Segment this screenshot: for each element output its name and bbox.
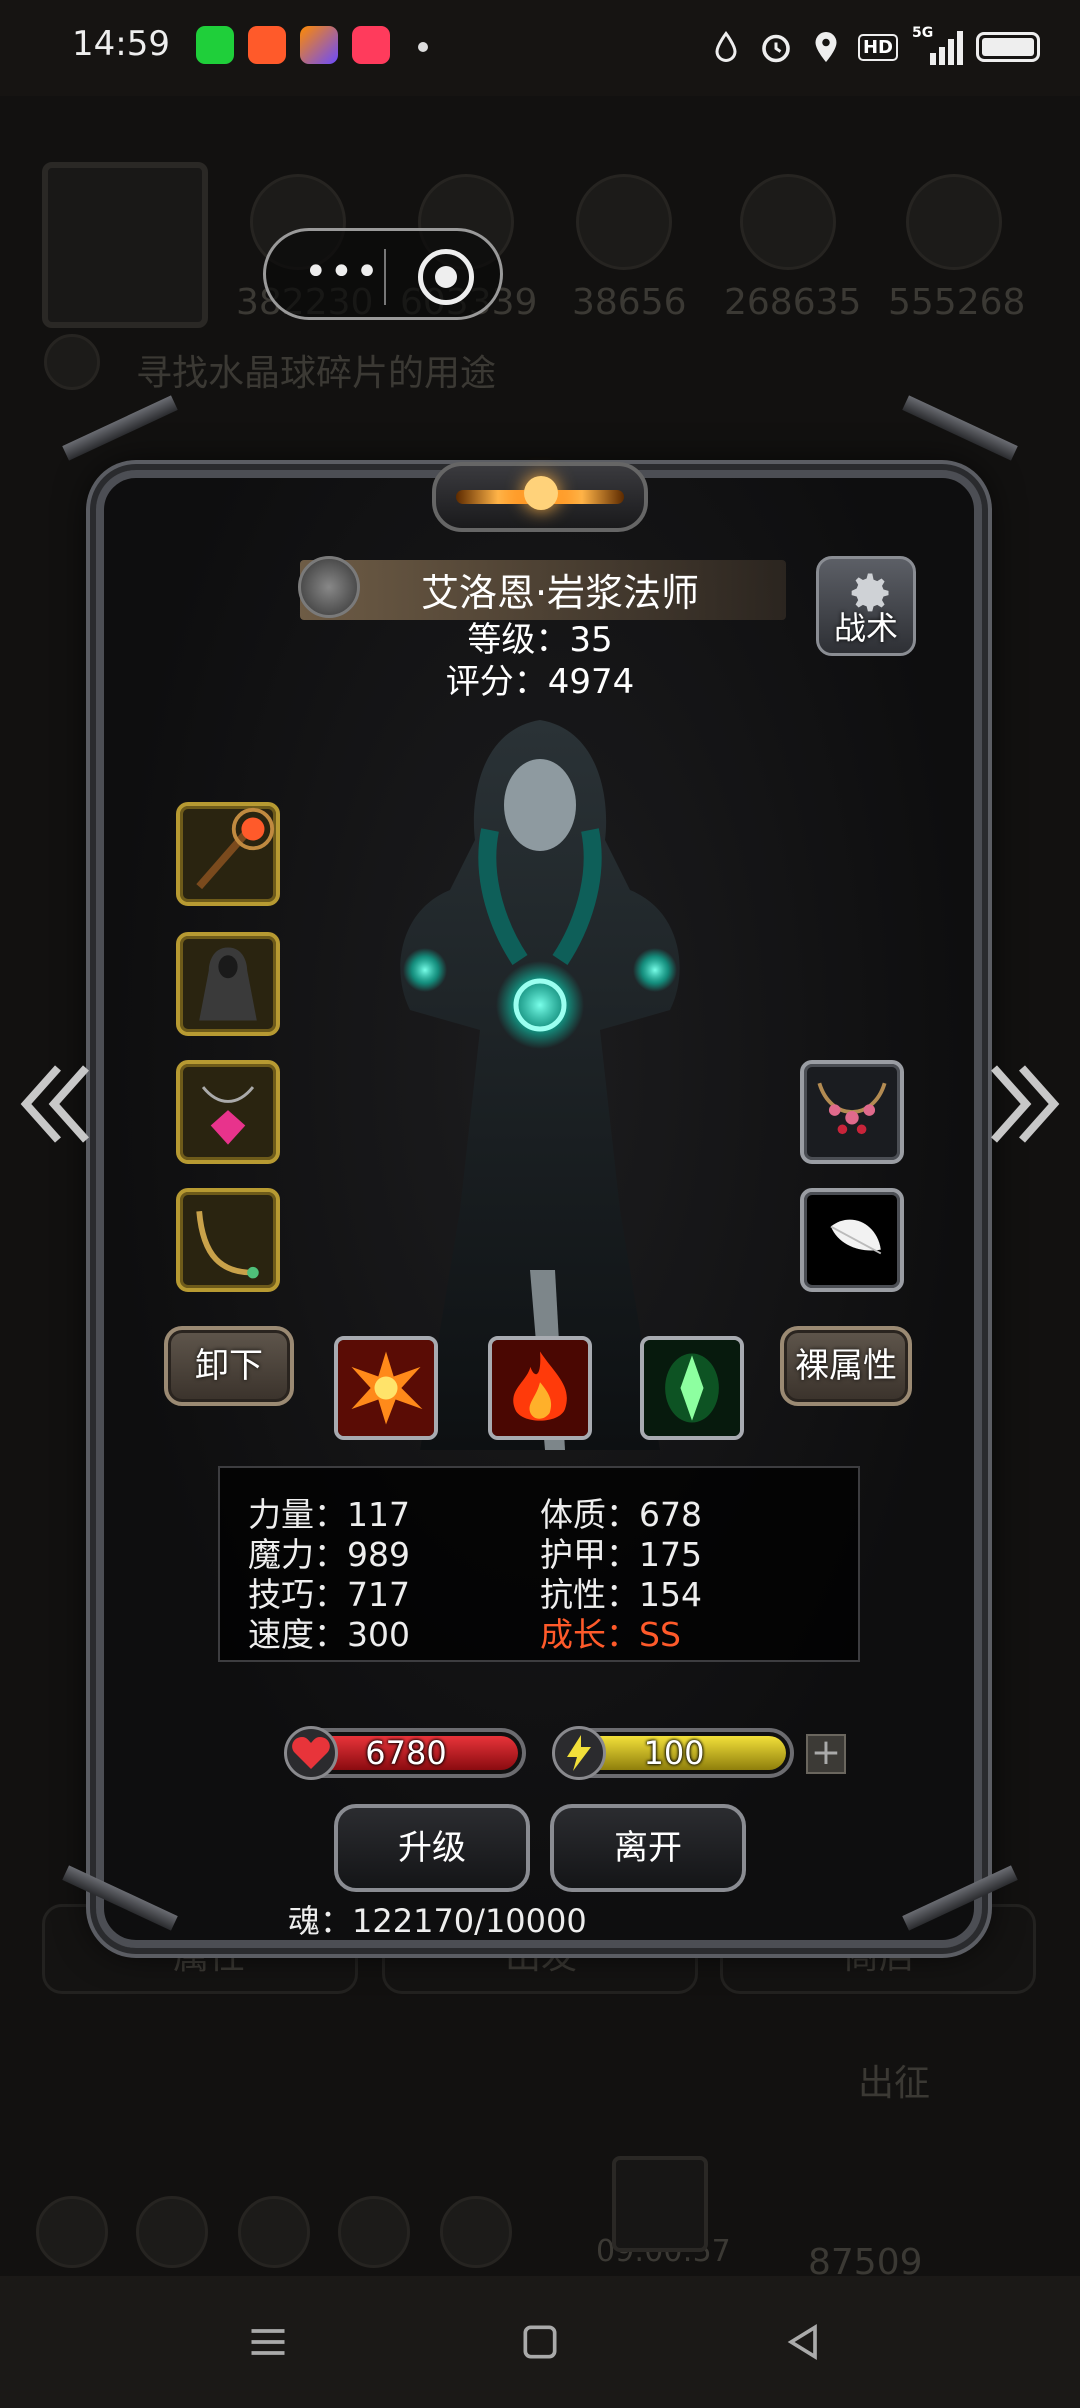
- back-icon[interactable]: [782, 2320, 826, 2364]
- water-drop-icon: [715, 30, 737, 62]
- equip-slot-armor[interactable]: [176, 932, 280, 1036]
- hp-value: 6780: [365, 1734, 447, 1772]
- tactics-label: 战术: [833, 609, 898, 647]
- leave-button[interactable]: 离开: [550, 1804, 746, 1892]
- menu-round-icon: [238, 2196, 310, 2268]
- resource-value: 38656: [572, 282, 687, 323]
- miniprogram-capsule: •••: [263, 228, 503, 320]
- tactics-button[interactable]: 战术: [816, 556, 916, 656]
- close-miniprogram-icon[interactable]: [418, 249, 474, 305]
- energy-bar: 100: [552, 1726, 794, 1780]
- menu-icon[interactable]: [246, 2320, 290, 2364]
- gold-necklace-icon: [196, 1210, 259, 1279]
- white-feather-icon: [830, 1219, 882, 1255]
- flame-skill-icon: [492, 1340, 588, 1436]
- gift-box-icon: [612, 2156, 708, 2252]
- previous-hero-arrow-icon[interactable]: [14, 1060, 94, 1150]
- skill-slot-1[interactable]: [334, 1336, 438, 1440]
- green-crystal-skill-icon: [644, 1340, 740, 1436]
- resource-value: 268635: [724, 282, 862, 323]
- location-icon: [815, 32, 837, 62]
- resource-icon: [576, 174, 672, 270]
- hd-icon: HD: [857, 33, 898, 61]
- resource-icon: [906, 174, 1002, 270]
- quest-icon: [44, 334, 100, 390]
- hp-bar: 6780: [284, 1726, 526, 1780]
- soul-counter: 魂：122170/10000: [288, 1902, 587, 1940]
- unequip-button[interactable]: 卸下: [164, 1326, 294, 1406]
- menu-round-icon: [36, 2196, 108, 2268]
- coral-necklace-icon: [817, 1082, 887, 1135]
- next-hero-arrow-icon[interactable]: [986, 1060, 1066, 1150]
- gradient-app-icon: [300, 26, 338, 64]
- battery-icon: [976, 32, 1040, 62]
- menu-round-icon: [136, 2196, 208, 2268]
- status-bar: 14:59 HD 5G: [0, 0, 1080, 96]
- signal-icon: 5G: [912, 25, 963, 65]
- hero-name: 艾洛恩·岩浆法师: [420, 571, 700, 615]
- hero-score: 评分：4974: [445, 662, 635, 702]
- pink-amulet-icon: [201, 1086, 255, 1145]
- notification-dot-icon: [418, 42, 428, 52]
- equip-slot-amulet[interactable]: [176, 1060, 280, 1164]
- music-app-icon: [352, 26, 390, 64]
- energy-value: 100: [643, 1734, 705, 1772]
- more-icon[interactable]: •••: [304, 249, 381, 295]
- quest-text: 寻找水晶球碎片的用途: [136, 353, 497, 394]
- status-time: 14:59: [72, 24, 170, 64]
- home-icon[interactable]: [518, 2320, 562, 2364]
- equip-slot-accessory[interactable]: [800, 1060, 904, 1164]
- equip-slot-necklace[interactable]: [176, 1188, 280, 1292]
- moon-ornament: [432, 462, 648, 532]
- deploy-label: 出征: [858, 2063, 931, 2104]
- hero-class-icon: [298, 556, 360, 618]
- skill-slot-2[interactable]: [488, 1336, 592, 1440]
- menu-round-icon: [440, 2196, 512, 2268]
- resource-icon: [740, 174, 836, 270]
- equip-slot-trinket[interactable]: [800, 1188, 904, 1292]
- equip-slot-weapon[interactable]: [176, 802, 280, 906]
- alarm-icon: [762, 34, 790, 63]
- cloak-icon: [199, 947, 257, 1021]
- explosion-skill-icon: [338, 1340, 434, 1436]
- orange-app-icon: [248, 26, 286, 64]
- upgrade-button[interactable]: 升级: [334, 1804, 530, 1892]
- stat-speed: 速度：300: [248, 1615, 410, 1654]
- add-energy-button[interactable]: +: [806, 1734, 846, 1774]
- status-icons: HD 5G: [708, 22, 1040, 72]
- stat-growth: 成长：SS: [540, 1615, 681, 1654]
- hero-portrait-frame: [42, 162, 208, 328]
- resource-value: 555268: [888, 282, 1026, 323]
- staff-icon: [196, 807, 275, 890]
- skill-slot-3[interactable]: [640, 1336, 744, 1440]
- navigation-bar: [0, 2276, 1080, 2408]
- wechat-app-icon: [196, 26, 234, 64]
- base-stats-button[interactable]: 裸属性: [780, 1326, 912, 1406]
- menu-round-icon: [338, 2196, 410, 2268]
